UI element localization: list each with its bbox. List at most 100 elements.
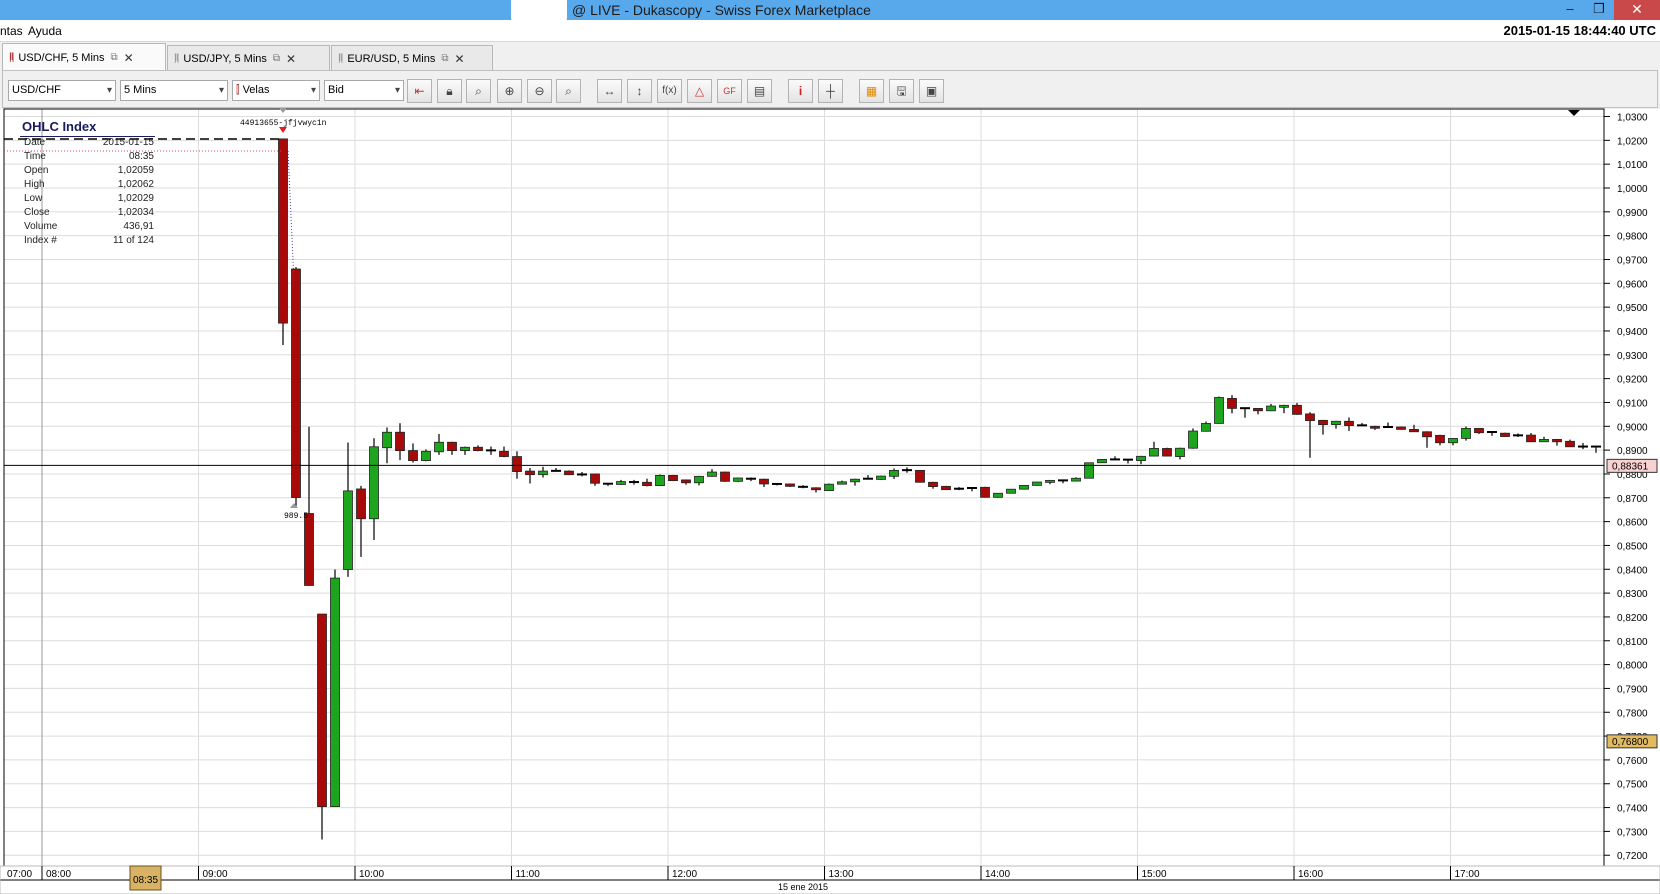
ohlc-title: OHLC Index bbox=[22, 119, 97, 134]
candle-body-down bbox=[915, 469, 925, 483]
ohlc-label: High bbox=[24, 179, 45, 190]
y-tick-label: 0,9000 bbox=[1617, 422, 1648, 433]
ohlc-label: Low bbox=[24, 193, 43, 204]
candle-body-down bbox=[1565, 440, 1575, 448]
candle-body-up bbox=[1266, 405, 1276, 412]
candle bbox=[785, 483, 795, 488]
candle-body-down bbox=[668, 474, 678, 482]
candle bbox=[980, 486, 990, 498]
candle-body-down bbox=[1435, 434, 1445, 444]
candle-body-down bbox=[1552, 438, 1562, 443]
y-tick-label: 0,8400 bbox=[1617, 565, 1648, 576]
candle-body-up bbox=[382, 431, 392, 449]
candle-body-down bbox=[512, 456, 522, 472]
ohlc-label: Volume bbox=[24, 221, 58, 232]
y-tick-label: 1,0100 bbox=[1617, 160, 1648, 171]
candle-body-up bbox=[1071, 477, 1081, 482]
candle bbox=[1006, 488, 1016, 494]
candle-body-down bbox=[941, 485, 951, 491]
candle-body-down bbox=[1292, 404, 1302, 415]
current-price-label: 0,88361 bbox=[1612, 461, 1649, 472]
candle bbox=[1474, 427, 1484, 434]
candle bbox=[1188, 428, 1198, 449]
candle-body-up bbox=[1006, 488, 1016, 494]
candle-body-down bbox=[785, 483, 795, 487]
x-tick-label: 12:00 bbox=[672, 869, 697, 880]
y-tick-label: 0,8700 bbox=[1617, 494, 1648, 505]
candle bbox=[1162, 447, 1172, 457]
candle-body-down bbox=[473, 446, 483, 451]
candle-body-up bbox=[460, 446, 470, 451]
y-tick-label: 1,0300 bbox=[1617, 113, 1648, 124]
candle-body-up bbox=[1539, 438, 1549, 443]
y-tick-label: 0,7400 bbox=[1617, 804, 1648, 815]
candle-body-down bbox=[1318, 419, 1328, 426]
candle bbox=[1097, 459, 1107, 464]
candle-body-up bbox=[1136, 455, 1146, 462]
ohlc-value: 08:35 bbox=[128, 151, 154, 162]
candle bbox=[291, 267, 301, 507]
candle-body-down bbox=[1396, 426, 1406, 430]
candle-body-down bbox=[499, 450, 509, 457]
x-tick-label: 13:00 bbox=[829, 869, 854, 880]
x-tick-label: 14:00 bbox=[985, 869, 1010, 880]
candle bbox=[824, 483, 834, 492]
x-date-label: 15 ene 2015 bbox=[778, 882, 828, 892]
x-tick-label: 08:00 bbox=[46, 869, 71, 880]
candle-body-up bbox=[343, 490, 353, 570]
candle bbox=[330, 569, 340, 808]
ohlc-row-volume: Volume 436,91 bbox=[24, 221, 154, 234]
candle-body-up bbox=[655, 474, 665, 487]
candle bbox=[1214, 396, 1224, 424]
ohlc-value: 1,02029 bbox=[117, 193, 154, 204]
candle-body-down bbox=[1526, 434, 1536, 443]
chart-background bbox=[0, 109, 1660, 894]
candlestick-chart[interactable]: 1,0300 1,0200 1,0100 1,0000 0,9900 0,9800 0,97… bbox=[0, 0, 1660, 894]
ohlc-value: 436,91 bbox=[123, 221, 154, 232]
candle-body-up bbox=[876, 475, 886, 480]
ohlc-row-date: Date 2015-01-15 bbox=[24, 137, 154, 150]
candle-body-up bbox=[1448, 438, 1458, 444]
x-tick-label: 07:00 bbox=[7, 869, 32, 880]
candle-body-up bbox=[707, 471, 717, 477]
y-tick-label: 0,8100 bbox=[1617, 637, 1648, 648]
candle-body-up bbox=[538, 470, 548, 476]
candle bbox=[1019, 484, 1029, 490]
candle bbox=[993, 492, 1003, 498]
candle-body-down bbox=[291, 268, 301, 498]
candle-body-down bbox=[356, 488, 366, 520]
candle-body-down bbox=[1370, 425, 1380, 429]
candle bbox=[421, 449, 431, 462]
order-label: 44913655-jfjvwyc1n bbox=[240, 119, 327, 128]
candle-body-down bbox=[590, 473, 600, 484]
candle-body-up bbox=[837, 481, 847, 485]
ohlc-value: 1,02062 bbox=[117, 179, 154, 190]
y-tick-label: 0,9200 bbox=[1617, 375, 1648, 386]
cursor-time-label: 08:35 bbox=[133, 875, 158, 886]
candle-body-up bbox=[369, 446, 379, 520]
ohlc-row-close: Close 1,02034 bbox=[24, 207, 154, 220]
candle-body-down bbox=[317, 613, 327, 808]
candle-body-down bbox=[1162, 448, 1172, 457]
candle bbox=[733, 477, 743, 482]
candle-body-down bbox=[642, 481, 652, 487]
ohlc-label: Time bbox=[24, 151, 46, 162]
candle-body-down bbox=[1474, 428, 1484, 434]
ohlc-row-time: Time 08:35 bbox=[24, 151, 154, 164]
x-tick-label: 10:00 bbox=[359, 869, 384, 880]
y-tick-label: 0,9600 bbox=[1617, 279, 1648, 290]
y-tick-label: 0,8300 bbox=[1617, 589, 1648, 600]
y-tick-label: 0,7800 bbox=[1617, 708, 1648, 719]
ohlc-value: 1,02059 bbox=[117, 165, 154, 176]
x-tick-label: 15:00 bbox=[1142, 869, 1167, 880]
candle-body-up bbox=[1097, 459, 1107, 464]
candle-body-up bbox=[694, 475, 704, 484]
candle bbox=[915, 469, 925, 483]
candle-body-down bbox=[278, 138, 288, 324]
candle-body-up bbox=[993, 492, 1003, 498]
candle-body-up bbox=[1175, 447, 1185, 457]
ohlc-label: Close bbox=[24, 207, 50, 218]
candle-body-up bbox=[1032, 481, 1042, 486]
candle-body-up bbox=[1149, 448, 1159, 457]
y-tick-label: 0,7600 bbox=[1617, 756, 1648, 767]
